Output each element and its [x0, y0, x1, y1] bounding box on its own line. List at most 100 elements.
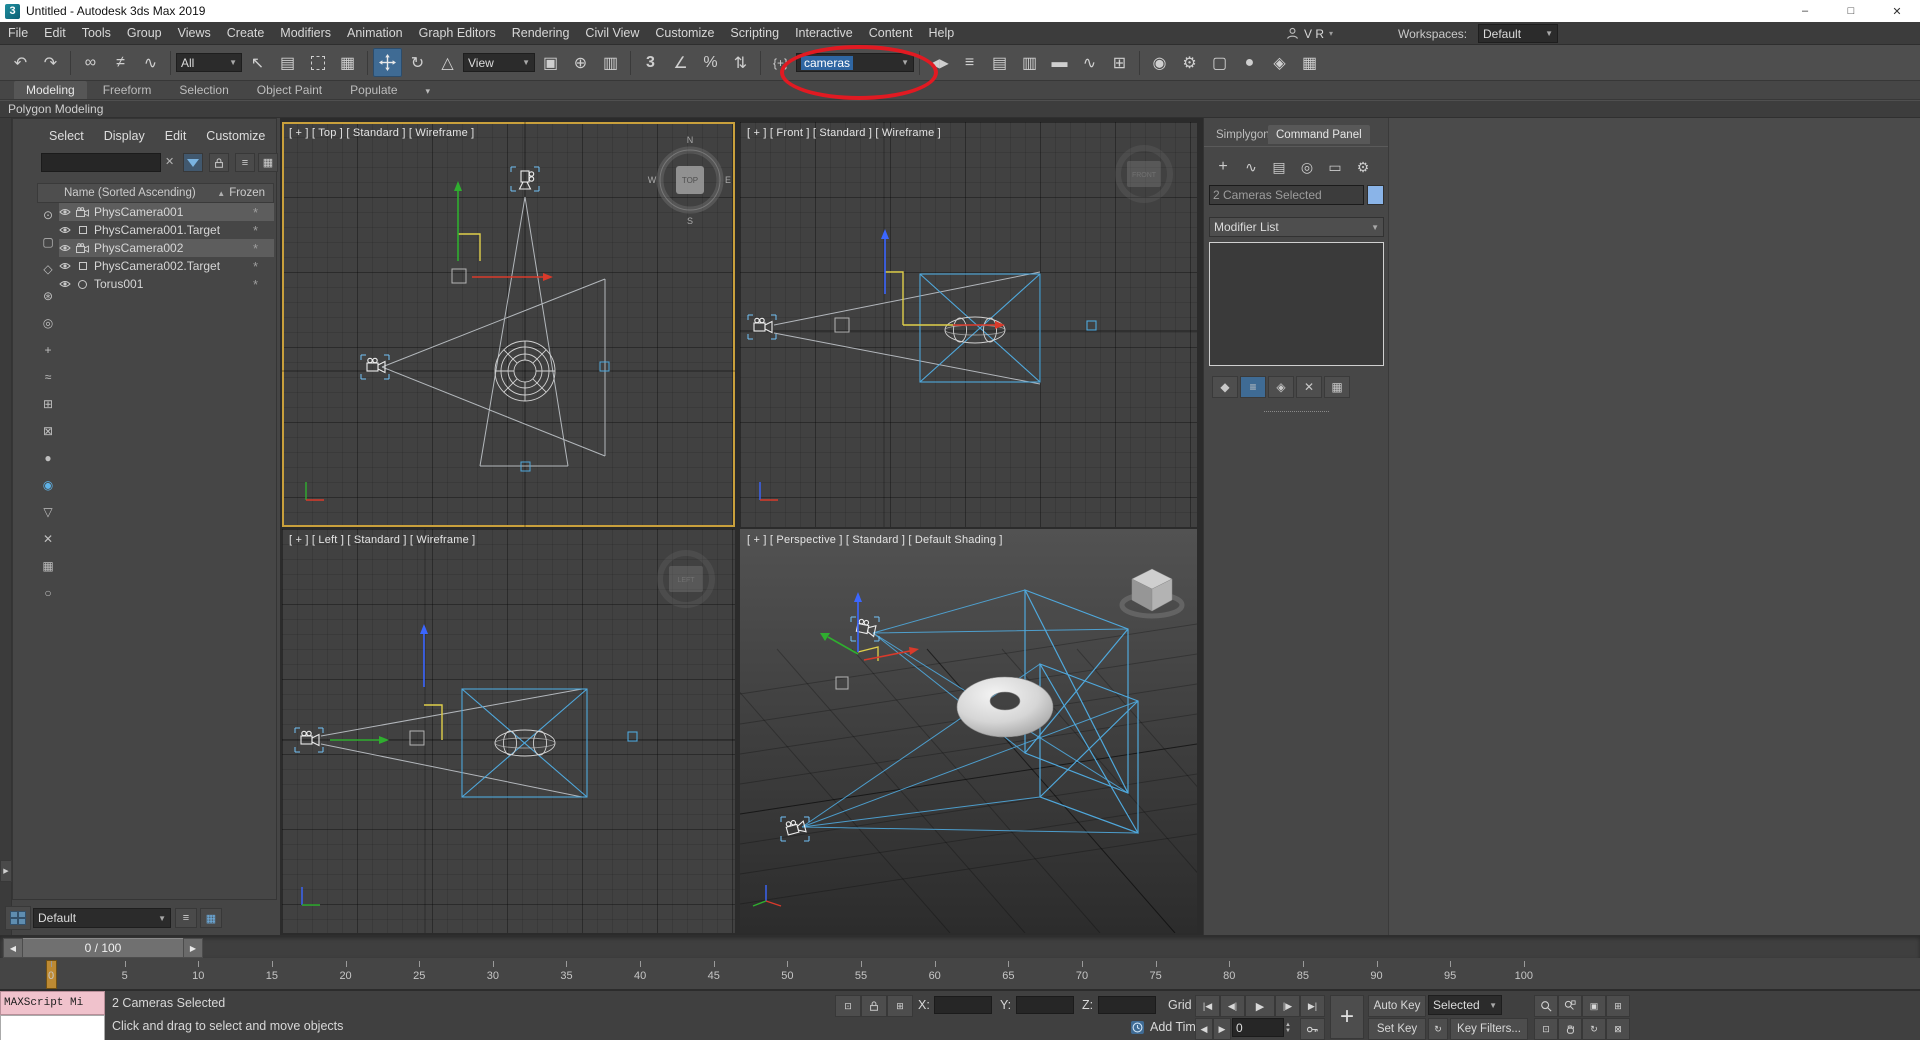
- object-name[interactable]: Torus001: [94, 277, 143, 291]
- maxscript-mini-listener[interactable]: MAXScript Mi: [0, 991, 105, 1015]
- explorer-row-torus001[interactable]: Torus001 *: [59, 275, 274, 293]
- rail-display-xrefs-button[interactable]: ⊠: [37, 419, 59, 443]
- menu-views[interactable]: Views: [170, 22, 219, 44]
- menu-interactive[interactable]: Interactive: [787, 22, 861, 44]
- percent-snap-toggle[interactable]: %: [696, 48, 725, 77]
- explorer-search-input[interactable]: [41, 153, 161, 172]
- key-mode-toggle[interactable]: [1300, 1018, 1325, 1040]
- eye-icon[interactable]: [59, 207, 71, 217]
- expand-panel-arrow[interactable]: ▶: [0, 860, 12, 882]
- explorer-column-header[interactable]: Name (Sorted Ascending) ▲ Frozen: [37, 183, 274, 203]
- object-color-swatch[interactable]: [1367, 185, 1384, 205]
- z-coord-field[interactable]: [1098, 996, 1156, 1014]
- viewport-perspective-canvas[interactable]: [740, 529, 1197, 933]
- spinner-down-icon[interactable]: ▼: [1285, 1028, 1296, 1034]
- utilities-tab-icon[interactable]: ⚙: [1350, 156, 1376, 178]
- search-clear-icon[interactable]: ✕: [165, 155, 174, 168]
- snaps-toggle-3d[interactable]: 3: [636, 48, 665, 77]
- explorer-menu-customize[interactable]: Customize: [206, 129, 265, 143]
- key-filters-button[interactable]: Key Filters...: [1450, 1018, 1528, 1040]
- close-button[interactable]: ✕: [1874, 0, 1920, 22]
- viewport-left-canvas[interactable]: LEFT: [282, 529, 735, 933]
- object-name[interactable]: PhysCamera002.Target: [94, 259, 220, 273]
- rail-display-lights-button[interactable]: ⊛: [37, 284, 59, 308]
- toggle-scene-explorer-button[interactable]: ▤: [985, 48, 1014, 77]
- go-to-end-button[interactable]: ▶|: [1300, 995, 1325, 1017]
- edit-named-selection-sets-button[interactable]: {+}: [766, 48, 795, 77]
- object-name[interactable]: PhysCamera001: [94, 205, 183, 219]
- rail-display-groups-button[interactable]: ⊞: [37, 392, 59, 416]
- rail-display-cameras-button[interactable]: ◎: [37, 311, 59, 335]
- explorer-row-physcamera002-target[interactable]: PhysCamera002.Target *: [59, 257, 274, 275]
- select-and-scale-button[interactable]: △: [433, 48, 462, 77]
- physcamera002-object[interactable]: [367, 358, 385, 372]
- orbit-button[interactable]: ↻: [1582, 1018, 1606, 1040]
- set-key-selection-dropdown[interactable]: Selected ▼: [1428, 995, 1502, 1015]
- align-button[interactable]: ≡: [955, 48, 984, 77]
- menu-tools[interactable]: Tools: [74, 22, 119, 44]
- tab-command-panel[interactable]: Command Panel: [1268, 125, 1370, 144]
- selection-filter-dropdown[interactable]: All ▼: [176, 53, 242, 72]
- frozen-toggle-icon[interactable]: *: [253, 223, 258, 238]
- time-slider-thumb[interactable]: ◀ 0 / 100 ▶: [3, 938, 203, 956]
- move-gizmo[interactable]: [452, 181, 553, 283]
- physcamera-object[interactable]: [301, 731, 319, 745]
- select-and-manipulate-button[interactable]: ⊕: [566, 48, 595, 77]
- move-gizmo[interactable]: [881, 229, 1005, 329]
- app-logo-icon[interactable]: 3: [5, 4, 20, 19]
- viewport-left[interactable]: [ + ] [ Left ] [ Standard ] [ Wireframe …: [282, 529, 735, 933]
- frozen-toggle-icon[interactable]: *: [253, 241, 258, 256]
- menu-file[interactable]: File: [0, 22, 36, 44]
- filter-funnel-button[interactable]: [183, 153, 203, 172]
- schematic-view-button[interactable]: ⊞: [1105, 48, 1134, 77]
- render-production-button[interactable]: ●: [1235, 48, 1264, 77]
- torus-wireframe-side[interactable]: [945, 317, 1005, 343]
- explorer-menu-select[interactable]: Select: [49, 129, 84, 143]
- explorer-options-button[interactable]: ≡: [235, 153, 255, 172]
- explorer-view-button[interactable]: ▦: [258, 153, 278, 172]
- viewport-top-canvas[interactable]: TOP N E S W: [282, 122, 735, 527]
- unlink-selection-button[interactable]: ≠: [106, 48, 135, 77]
- physcamera-object[interactable]: [754, 318, 772, 332]
- modify-tab-icon[interactable]: ∿: [1238, 156, 1264, 178]
- absolute-offset-mode-toggle[interactable]: ⊞: [887, 995, 913, 1017]
- current-frame-field[interactable]: [1232, 1018, 1284, 1037]
- time-slider-track[interactable]: ◀ 0 / 100 ▶: [0, 935, 1920, 958]
- viewcube[interactable]: [1122, 569, 1182, 616]
- viewport-perspective-label[interactable]: [ + ] [ Perspective ] [ Standard ] [ Def…: [747, 534, 1003, 546]
- select-and-link-button[interactable]: ∞: [76, 48, 105, 77]
- show-end-result-button[interactable]: ≡: [1240, 376, 1266, 398]
- ribbon-tab-freeform[interactable]: Freeform: [91, 81, 164, 99]
- render-in-cloud-button[interactable]: ▦: [1295, 48, 1324, 77]
- rail-display-spacewarps-button[interactable]: ≈: [37, 365, 59, 389]
- preset-grid-button[interactable]: ▦: [200, 908, 222, 928]
- viewport-front[interactable]: [ + ] [ Front ] [ Standard ] [ Wireframe…: [740, 122, 1197, 527]
- auto-key-button[interactable]: Auto Key: [1368, 995, 1426, 1017]
- bind-to-space-warp-button[interactable]: ∿: [136, 48, 165, 77]
- new-key-tangent-flyout[interactable]: ↻: [1428, 1018, 1448, 1040]
- viewport-left-label[interactable]: [ + ] [ Left ] [ Standard ] [ Wireframe …: [289, 534, 475, 546]
- frozen-toggle-icon[interactable]: *: [253, 205, 258, 220]
- undo-button[interactable]: ↶: [6, 48, 35, 77]
- frame-back-button[interactable]: ◀: [1195, 1018, 1213, 1040]
- viewport-top-label[interactable]: [ + ] [ Top ] [ Standard ] [ Wireframe ]: [289, 127, 474, 139]
- menu-rendering[interactable]: Rendering: [504, 22, 578, 44]
- menu-civil-view[interactable]: Civil View: [577, 22, 647, 44]
- rail-find-button[interactable]: ○: [37, 581, 59, 605]
- next-frame-arrow[interactable]: ▶: [183, 938, 203, 958]
- set-key-button[interactable]: Set Key: [1368, 1018, 1426, 1040]
- y-coord-field[interactable]: [1016, 996, 1074, 1014]
- viewport-front-canvas[interactable]: FRONT: [740, 122, 1197, 527]
- use-pivot-point-center-button[interactable]: ▣: [536, 48, 565, 77]
- rail-display-all-button[interactable]: ⊙: [37, 203, 59, 227]
- maxscript-listener-white[interactable]: [0, 1015, 105, 1040]
- viewcube[interactable]: FRONT: [1118, 148, 1170, 200]
- toggle-layer-explorer-button[interactable]: ▥: [1015, 48, 1044, 77]
- ribbon-tab-selection[interactable]: Selection: [167, 81, 240, 99]
- go-to-start-button[interactable]: |◀: [1195, 995, 1220, 1017]
- selection-lock-toggle[interactable]: [861, 995, 887, 1017]
- select-object-button[interactable]: ↖: [243, 48, 272, 77]
- angle-snap-toggle[interactable]: ∠: [666, 48, 695, 77]
- x-coord-field[interactable]: [934, 996, 992, 1014]
- frozen-toggle-icon[interactable]: *: [253, 259, 258, 274]
